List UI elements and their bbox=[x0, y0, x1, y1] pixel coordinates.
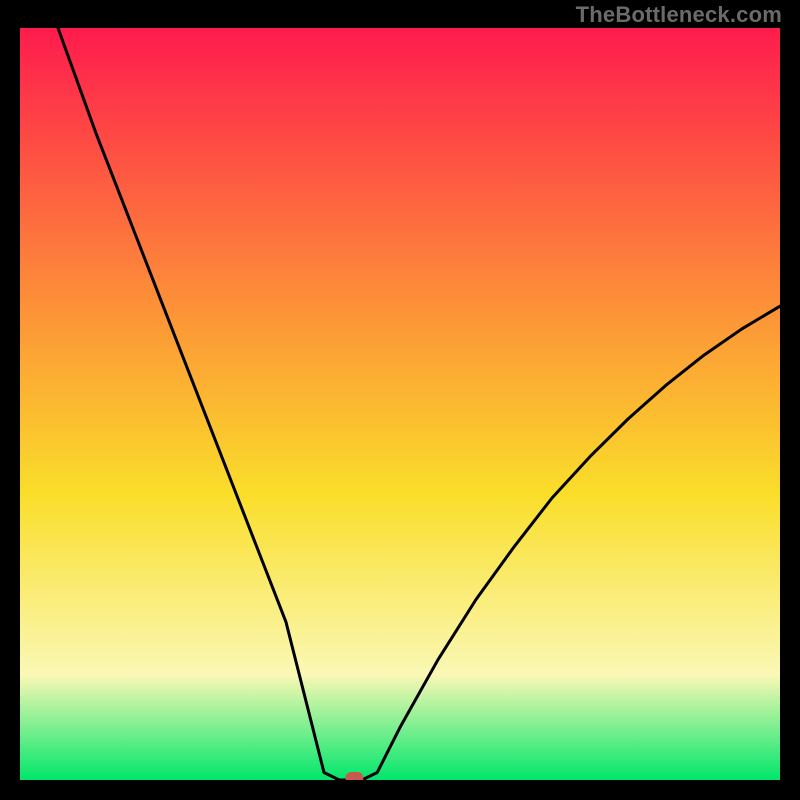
optimal-point-marker bbox=[345, 772, 363, 780]
bottleneck-curve-chart bbox=[20, 28, 780, 780]
gradient-background bbox=[20, 28, 780, 780]
watermark-text: TheBottleneck.com bbox=[576, 2, 782, 28]
chart-frame: TheBottleneck.com bbox=[0, 0, 800, 800]
plot-area bbox=[20, 28, 780, 780]
